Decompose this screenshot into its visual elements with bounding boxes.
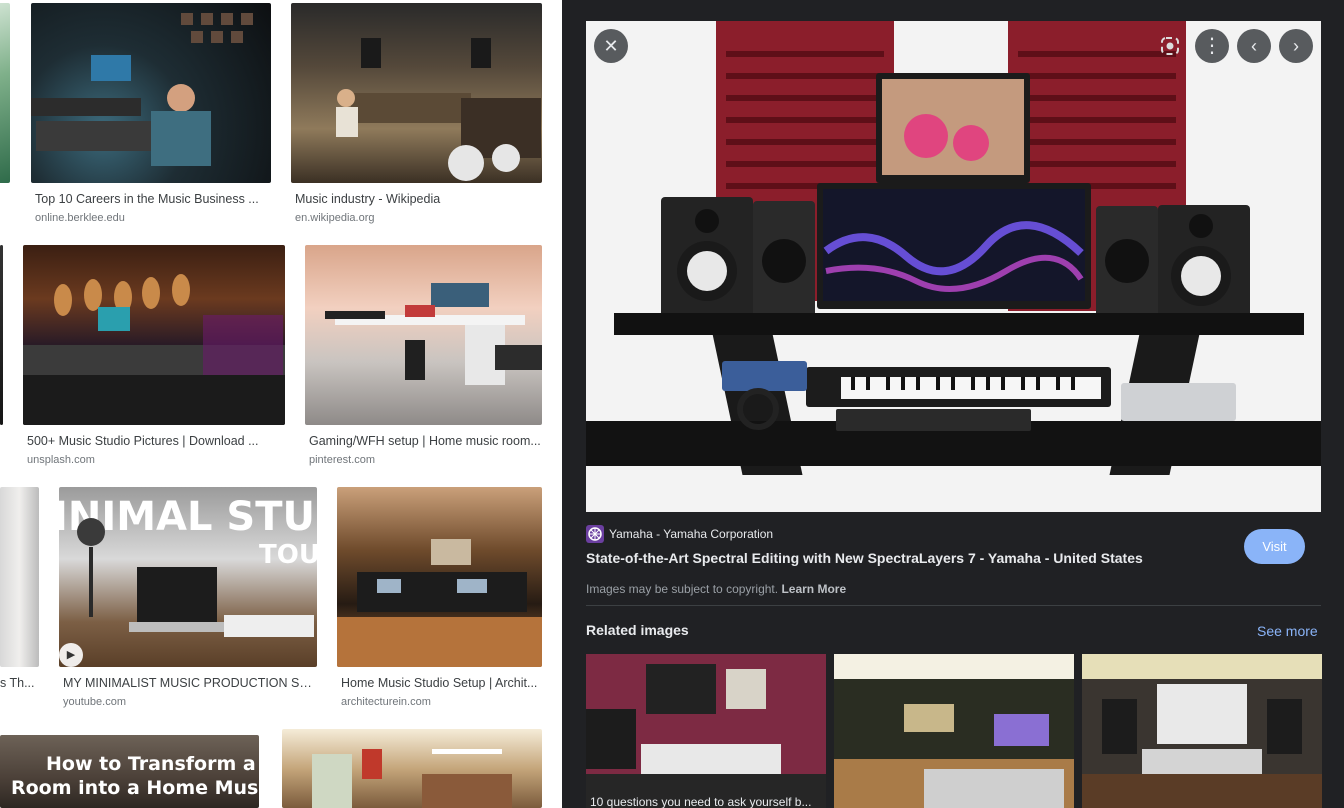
learn-more-link[interactable]: Learn More — [781, 582, 846, 596]
result-thumbnail[interactable] — [291, 3, 542, 183]
image-preview-panel: ✕ ⋮ ‹ › Yamaha - Yamaha Corporation Stat… — [562, 0, 1344, 808]
result-source: en.wikipedia.org — [295, 212, 375, 224]
related-images-heading: Related images — [586, 622, 689, 638]
thumbnail-illustration — [23, 274, 285, 425]
result-title[interactable]: Music industry - Wikipedia — [295, 192, 535, 206]
result-card[interactable]: Top 10 Careers in the Music Business ...… — [31, 3, 271, 225]
result-card[interactable]: Music industry - Wikipedia en.wikipedia.… — [291, 3, 542, 225]
more-options-button[interactable]: ⋮ — [1195, 29, 1229, 63]
preview-image[interactable] — [586, 21, 1321, 512]
result-card-partial-left[interactable] — [0, 245, 4, 425]
result-thumbnail[interactable] — [337, 487, 542, 667]
result-thumbnail[interactable] — [0, 3, 10, 183]
result-source: pinterest.com — [309, 454, 376, 466]
result-thumbnail[interactable]: INIMAL STUDIO TOUR ▶ — [59, 487, 317, 667]
next-image-button[interactable]: › — [1279, 29, 1313, 63]
result-card[interactable]: 500+ Music Studio Pictures | Download ..… — [23, 245, 285, 467]
result-thumbnail[interactable]: How to Transform a Spare Room into a Hom… — [0, 735, 259, 808]
related-thumbnail — [1082, 654, 1322, 808]
preview-title[interactable]: State-of-the-Art Spectral Editing with N… — [586, 550, 1143, 566]
result-card[interactable]: INIMAL STUDIO TOUR ▶ MY MINIMALIST MUSIC… — [59, 487, 317, 709]
related-image-caption[interactable]: 10 questions you need to ask yourself b.… — [590, 795, 811, 808]
close-button[interactable]: ✕ — [594, 29, 628, 63]
result-title[interactable]: Top 10 Careers in the Music Business ... — [35, 192, 265, 206]
result-thumbnail[interactable] — [31, 3, 271, 183]
source-name[interactable]: Yamaha - Yamaha Corporation — [609, 527, 773, 541]
thumbnail-overlay-text: Room into a Home Music Studio — [11, 777, 259, 799]
see-more-link[interactable]: See more — [1257, 623, 1318, 639]
copyright-text: Images may be subject to copyright. — [586, 582, 779, 596]
related-image[interactable] — [1082, 654, 1322, 808]
related-image[interactable] — [586, 654, 826, 808]
close-icon: ✕ — [603, 36, 619, 56]
related-thumbnail — [834, 654, 1074, 808]
thumbnail-illustration — [336, 38, 541, 181]
preview-illustration — [586, 21, 1321, 512]
result-title[interactable]: s Th... — [0, 676, 39, 690]
lens-icon — [1161, 37, 1179, 55]
play-icon: ▶ — [59, 643, 83, 667]
result-thumbnail[interactable] — [23, 245, 285, 425]
result-thumbnail[interactable] — [0, 245, 3, 425]
result-card[interactable]: Gaming/WFH setup | Home music room... pi… — [305, 245, 542, 467]
chevron-right-icon: › — [1293, 36, 1299, 56]
previous-image-button[interactable]: ‹ — [1237, 29, 1271, 63]
thumbnail-illustration — [77, 518, 314, 637]
visit-button[interactable]: Visit — [1244, 529, 1305, 564]
thumbnail-illustration — [325, 283, 542, 385]
divider — [586, 605, 1321, 606]
result-source: online.berklee.edu — [35, 212, 125, 224]
related-thumbnail — [586, 654, 826, 808]
thumbnail-overlay-text: How to Transform a Spare — [46, 753, 259, 775]
chevron-left-icon: ‹ — [1251, 36, 1257, 56]
related-image[interactable] — [834, 654, 1074, 808]
result-title[interactable]: Gaming/WFH setup | Home music room... — [309, 434, 541, 448]
result-title[interactable]: MY MINIMALIST MUSIC PRODUCTION SET ... — [63, 676, 313, 690]
result-title[interactable]: 500+ Music Studio Pictures | Download ..… — [27, 434, 267, 448]
result-thumbnail[interactable] — [0, 487, 39, 667]
yamaha-logo-icon — [588, 527, 602, 541]
source-logo — [586, 525, 604, 543]
result-card[interactable]: Home Music Studio Setup | Archit... arch… — [337, 487, 542, 709]
copyright-notice: Images may be subject to copyright. Lear… — [586, 582, 846, 596]
lens-button[interactable] — [1153, 29, 1187, 63]
result-thumbnail[interactable] — [305, 245, 542, 425]
result-card[interactable]: How to Transform a Spare Room into a Hom… — [0, 735, 259, 808]
result-source: architecturein.com — [341, 696, 431, 708]
more-vert-icon: ⋮ — [1202, 35, 1222, 57]
result-source: unsplash.com — [27, 454, 95, 466]
result-card[interactable]: s Th... — [0, 487, 39, 709]
result-card[interactable] — [282, 729, 542, 808]
thumbnail-illustration — [312, 749, 512, 808]
result-card-partial-left[interactable] — [0, 0, 12, 190]
result-source: youtube.com — [63, 696, 126, 708]
result-thumbnail[interactable] — [282, 729, 542, 808]
image-results-grid: Top 10 Careers in the Music Business ...… — [0, 0, 562, 808]
result-title[interactable]: Home Music Studio Setup | Archit... — [341, 676, 539, 690]
thumbnail-illustration — [337, 539, 542, 667]
thumbnail-illustration — [31, 13, 253, 166]
